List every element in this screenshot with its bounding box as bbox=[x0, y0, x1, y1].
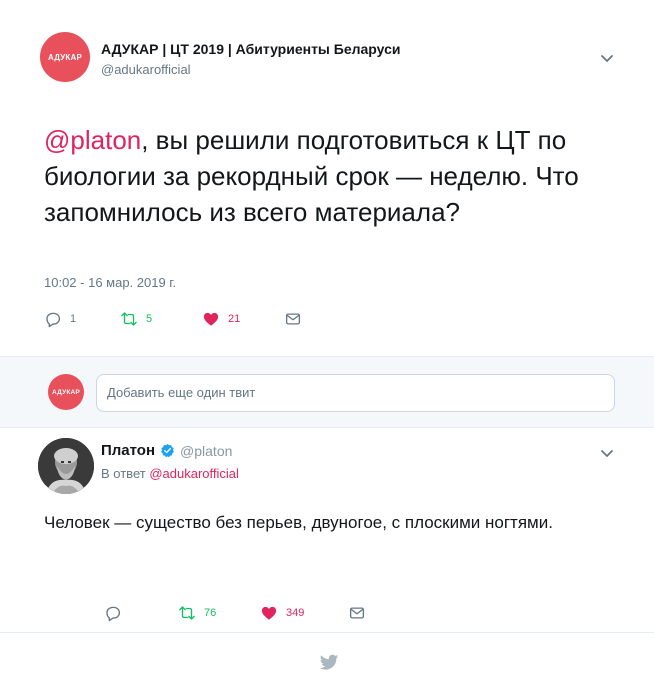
author-avatar[interactable]: АДУКАР bbox=[40, 32, 90, 82]
reply-button[interactable]: 1 bbox=[44, 308, 76, 330]
retweet-icon bbox=[120, 310, 138, 328]
retweet-button[interactable]: 76 bbox=[178, 602, 216, 624]
avatar-logo-text: АДУКАР bbox=[52, 388, 80, 396]
in-reply-to: В ответ @adukarofficial bbox=[101, 466, 239, 481]
like-count: 21 bbox=[228, 313, 241, 325]
mention-link[interactable]: @platon bbox=[44, 125, 141, 155]
like-button[interactable]: 21 bbox=[202, 308, 240, 330]
reply-icon bbox=[104, 604, 122, 622]
embed-footer bbox=[0, 632, 654, 692]
like-button[interactable]: 349 bbox=[260, 602, 304, 624]
reply-input[interactable]: Добавить еще один твит bbox=[96, 374, 615, 412]
in-reply-prefix: В ответ bbox=[101, 466, 146, 481]
main-tweet: АДУКАР АДУКАР | ЦТ 2019 | Абитуриенты Бе… bbox=[0, 0, 654, 356]
reply-button[interactable] bbox=[104, 602, 122, 624]
direct-message-button[interactable] bbox=[348, 602, 366, 624]
verified-badge-icon bbox=[160, 443, 175, 458]
chevron-down-icon[interactable] bbox=[600, 51, 614, 65]
twitter-bird-icon[interactable] bbox=[318, 651, 340, 673]
heart-icon bbox=[202, 310, 220, 328]
reply-composer: АДУКАР Добавить еще один твит bbox=[0, 356, 654, 428]
reply-tweet: Платон @platon В ответ @adukarofficial Ч… bbox=[0, 428, 654, 632]
reply-icon bbox=[44, 310, 62, 328]
author-handle[interactable]: @adukarofficial bbox=[101, 62, 191, 77]
envelope-icon bbox=[284, 310, 302, 328]
retweet-icon bbox=[178, 604, 196, 622]
reply-author-handle[interactable]: @platon bbox=[180, 443, 232, 459]
retweet-count: 76 bbox=[204, 607, 217, 619]
reply-author[interactable]: Платон @platon bbox=[101, 442, 232, 459]
tweet-text: @platon, вы решили подготовиться к ЦТ по… bbox=[44, 122, 624, 230]
like-count: 349 bbox=[286, 607, 305, 619]
tweet-actions: 1 5 21 bbox=[44, 308, 644, 330]
author-name[interactable]: АДУКАР | ЦТ 2019 | Абитуриенты Беларуси bbox=[101, 41, 401, 57]
chevron-down-icon[interactable] bbox=[600, 446, 614, 460]
avatar-logo-text: АДУКАР bbox=[47, 52, 83, 62]
heart-icon bbox=[260, 604, 278, 622]
reply-author-name[interactable]: Платон bbox=[101, 442, 155, 459]
reply-tweet-text: Человек — существо без перьев, двуногое,… bbox=[44, 513, 553, 532]
composer-avatar: АДУКАР bbox=[48, 374, 84, 410]
retweet-count: 5 bbox=[146, 313, 153, 325]
retweet-button[interactable]: 5 bbox=[120, 308, 152, 330]
platon-avatar[interactable] bbox=[38, 438, 94, 494]
reply-tweet-actions: 76 349 bbox=[104, 602, 604, 624]
envelope-icon bbox=[348, 604, 366, 622]
direct-message-button[interactable] bbox=[284, 308, 302, 330]
reply-count: 1 bbox=[70, 313, 77, 325]
tweet-timestamp[interactable]: 10:02 - 16 мар. 2019 г. bbox=[44, 275, 176, 290]
in-reply-mention[interactable]: @adukarofficial bbox=[149, 466, 239, 481]
